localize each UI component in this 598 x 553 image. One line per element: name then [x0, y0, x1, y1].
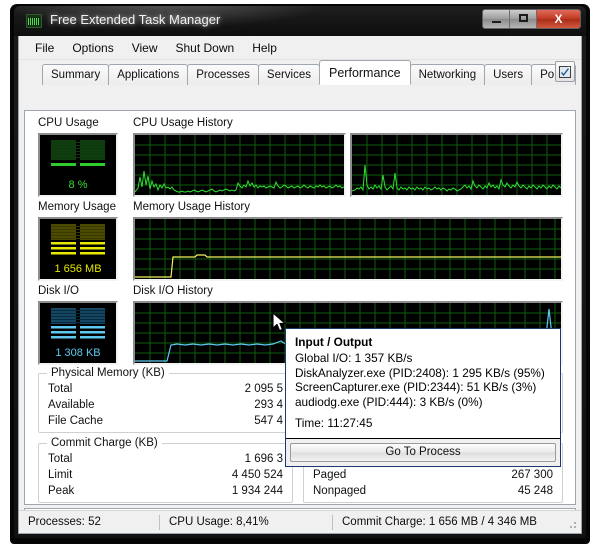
row-key: Total — [48, 383, 73, 395]
cpu-history-graph-1 — [352, 135, 561, 195]
row-value: 45 248 — [517, 485, 553, 497]
row-value: 2 095 5 — [244, 383, 283, 395]
tab-summary[interactable]: Summary — [42, 64, 110, 85]
physical-memory-row-available: Available 293 4 — [39, 399, 292, 415]
disk-io-label: Disk I/O — [38, 285, 79, 297]
tab-performance[interactable]: Performance — [319, 60, 411, 85]
tab-networking[interactable]: Networking — [409, 64, 486, 85]
io-tooltip-title: Input / Output — [295, 335, 373, 349]
io-tooltip-body: Input / Output Global I/O: 1 357 KB/s Di… — [286, 329, 560, 438]
commit-charge-row-peak: Peak 1 934 244 — [39, 485, 292, 501]
physical-memory-row-file-cache: File Cache 547 4 — [39, 415, 292, 431]
resize-grip-icon[interactable] — [566, 518, 578, 530]
tab-users[interactable]: Users — [484, 64, 533, 85]
kernel-memory-row-nonpaged: Nonpaged 45 248 — [304, 485, 562, 501]
physical-memory-row-total: Total 2 095 5 — [39, 383, 292, 399]
cpu-usage-history-label: CPU Usage History — [133, 117, 233, 129]
task-manager-window: Free Extended Task Manager X File Option… — [14, 6, 586, 538]
row-key: Limit — [48, 469, 73, 481]
physical-memory-title: Physical Memory (KB) — [47, 367, 169, 379]
cpu-usage-meter: 8 % — [38, 133, 118, 197]
row-key: Paged — [313, 469, 347, 481]
row-key: Total — [48, 453, 73, 465]
row-value: 547 4 — [254, 415, 283, 427]
mouse-cursor — [272, 312, 288, 339]
disk-io-value: 1 308 KB — [55, 347, 101, 359]
tab-applications[interactable]: Applications — [108, 64, 189, 85]
screenshot-root: Free Extended Task Manager X File Option… — [0, 0, 598, 553]
menu-item-help[interactable]: Help — [243, 38, 286, 58]
status-cpu-usage: CPU Usage: 8,41% — [169, 516, 269, 528]
memory-usage-history-label: Memory Usage History — [133, 201, 250, 213]
close-button[interactable]: X — [537, 10, 580, 28]
io-tooltip-line-global: Global I/O: 1 357 KB/s — [295, 351, 413, 365]
cpu-usage-label: CPU Usage — [38, 117, 99, 129]
maximize-button[interactable] — [510, 10, 537, 28]
io-tooltip-line-diskanalyzer: DiskAnalyzer.exe (PID:2408): 1 295 KB/s … — [295, 365, 545, 380]
app-graph-icon — [26, 14, 42, 28]
commit-charge-row-limit: Limit 4 450 524 — [39, 469, 292, 485]
disk-io-history-label: Disk I/O History — [133, 285, 213, 297]
io-tooltip-popup: Input / Output Global I/O: 1 357 KB/s Di… — [285, 328, 561, 467]
row-key: File Cache — [48, 415, 103, 427]
cpu-usage-value: 8 % — [68, 179, 88, 191]
memory-usage-history — [133, 217, 563, 281]
tab-services[interactable]: Services — [257, 64, 321, 85]
io-tooltip-button-area: Go To Process — [286, 438, 560, 466]
row-value: 1 696 3 — [244, 453, 283, 465]
maximize-icon — [519, 14, 528, 22]
cpu-usage-history-core1 — [350, 133, 563, 197]
menu-bar: File Options View Shut Down Help — [19, 36, 581, 60]
row-key: Nonpaged — [313, 485, 367, 497]
close-icon: X — [554, 12, 563, 26]
row-value: 267 300 — [511, 469, 553, 481]
window-buttons: X — [482, 9, 581, 29]
row-key: Available — [48, 399, 95, 411]
memory-history-graph — [135, 219, 561, 279]
memory-meter-bars — [51, 224, 105, 260]
tab-strip: Summary Applications Processes Services … — [19, 60, 581, 85]
menu-item-options[interactable]: Options — [63, 38, 122, 58]
commit-charge-group: Commit Charge (KB) Total 1 696 3 Limit 4… — [38, 437, 293, 503]
status-processes: Processes: 52 — [28, 516, 101, 528]
io-tooltip-line-audiodg: audiodg.exe (PID:444): 3 KB/s (0%) — [295, 394, 483, 409]
row-value: 293 4 — [254, 399, 283, 411]
minimize-icon — [492, 21, 501, 23]
memory-usage-meter: 1 656 MB — [38, 217, 118, 281]
checkbox-window-icon[interactable] — [555, 61, 575, 82]
memory-usage-value: 1 656 MB — [54, 263, 102, 275]
status-commit-charge: Commit Charge: 1 656 MB / 4 346 MB — [342, 516, 537, 528]
io-tooltip-line-screencapturer: ScreenCapturer.exe (PID:2344): 51 KB/s (… — [295, 380, 537, 394]
row-key: Peak — [48, 485, 75, 497]
menu-item-file[interactable]: File — [26, 38, 63, 58]
disk-io-meter: 1 308 KB — [38, 301, 118, 365]
app-icon-bars — [28, 18, 40, 25]
commit-charge-row-total: Total 1 696 3 — [39, 453, 292, 469]
memory-usage-label: Memory Usage — [38, 201, 116, 213]
minimize-button[interactable] — [483, 10, 510, 28]
io-tooltip-time: Time: 11:27:45 — [295, 416, 373, 430]
commit-charge-title: Commit Charge (KB) — [47, 437, 162, 449]
disk-meter-bars — [51, 308, 105, 344]
row-value: 4 450 524 — [231, 469, 283, 481]
title-bar[interactable]: Free Extended Task Manager X — [14, 6, 586, 36]
physical-memory-group: Physical Memory (KB) Total 2 095 5 Avail… — [38, 367, 293, 433]
tab-processes[interactable]: Processes — [187, 64, 259, 85]
menu-item-shut-down[interactable]: Shut Down — [167, 38, 244, 58]
window-title: Free Extended Task Manager — [50, 12, 221, 27]
kernel-memory-row-paged: Paged 267 300 — [304, 469, 562, 485]
cpu-usage-history-core0 — [133, 133, 346, 197]
go-to-process-button[interactable]: Go To Process — [290, 442, 556, 462]
menu-item-view[interactable]: View — [123, 38, 167, 58]
row-value: 1 934 244 — [231, 485, 283, 497]
status-bar: Processes: 52 CPU Usage: 8,41% Commit Ch… — [19, 510, 581, 533]
cpu-history-graph-0 — [135, 135, 344, 195]
cpu-meter-bars — [51, 140, 105, 174]
